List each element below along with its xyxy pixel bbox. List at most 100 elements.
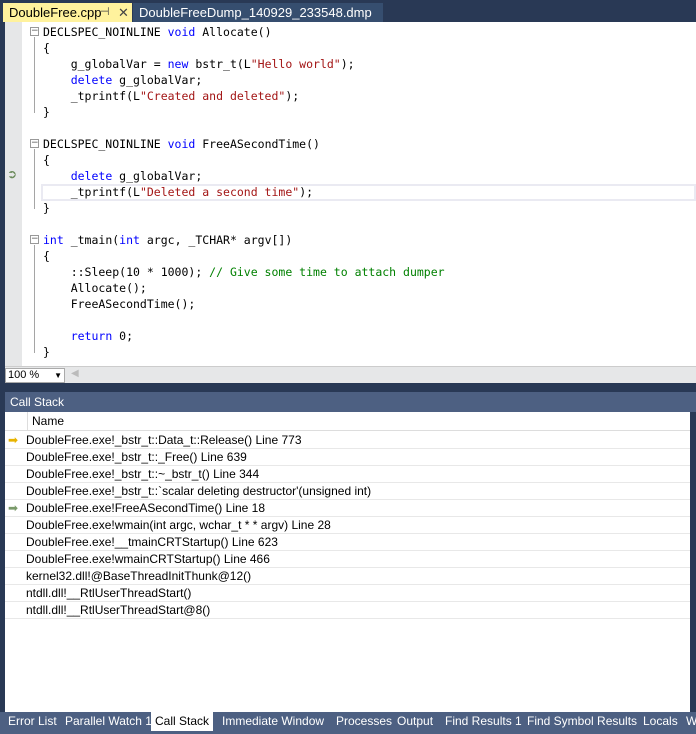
code-token: void	[167, 137, 196, 151]
code-token: Allocate()	[195, 25, 272, 39]
tab-label: DoubleFree.cpp	[9, 5, 102, 20]
code-token: delete	[70, 73, 113, 87]
scroll-left-icon[interactable]: ◀	[71, 368, 79, 379]
code-line: DECLSPEC_NOINLINE void FreeASecondTime()	[43, 136, 320, 152]
code-token: FreeASecondTime()	[195, 137, 320, 151]
frame-name: DoubleFree.exe!wmain(int argc, wchar_t *…	[26, 518, 331, 532]
stack-frame-row[interactable]: kernel32.dll!@BaseThreadInitThunk@12()	[5, 568, 690, 585]
stack-frame-row[interactable]: ➡ DoubleFree.exe!FreeASecondTime() Line 1…	[5, 500, 690, 517]
code-token: "Deleted a second time"	[139, 185, 300, 199]
zoom-value: 100 %	[8, 369, 40, 381]
code-token: ::Sleep(10 * 1000);	[43, 265, 210, 279]
code-token: "Hello world"	[250, 57, 341, 71]
tool-tab-parallel-watch-1[interactable]: Parallel Watch 1	[65, 712, 152, 731]
code-token: }	[43, 105, 50, 119]
pin-icon[interactable]: ⊣	[100, 3, 110, 22]
tool-tab-call-stack[interactable]: Call Stack	[151, 712, 214, 731]
tool-tab-error-list[interactable]: Error List	[8, 712, 57, 731]
column-header[interactable]: Name	[5, 412, 690, 431]
code-line: ::Sleep(10 * 1000); // Give some time to…	[43, 264, 445, 280]
tool-tab-locals[interactable]: Locals	[643, 712, 678, 731]
frame-name: DoubleFree.exe!wmainCRTStartup() Line 46…	[26, 552, 270, 566]
code-line: {	[43, 248, 50, 264]
code-token: int	[119, 233, 140, 247]
tab-dump-file[interactable]: DoubleFreeDump_140929_233548.dmp	[133, 3, 383, 22]
collapse-icon[interactable]: −	[30, 235, 39, 244]
close-icon[interactable]: ✕	[118, 3, 129, 22]
tool-tab-output[interactable]: Output	[397, 712, 433, 731]
code-line: DECLSPEC_NOINLINE void Allocate()	[43, 24, 272, 40]
chevron-down-icon: ▼	[54, 371, 62, 380]
code-token: // Give some time to attach dumper	[209, 265, 445, 279]
code-token: {	[43, 153, 50, 167]
code-line: {	[43, 152, 50, 168]
stack-frame-row[interactable]: DoubleFree.exe!wmain(int argc, wchar_t *…	[5, 517, 690, 534]
name-column-header[interactable]: Name	[27, 412, 64, 431]
code-line: delete g_globalVar;	[43, 168, 203, 184]
stack-frame-row[interactable]: DoubleFree.exe!_bstr_t::`scalar deleting…	[5, 483, 690, 500]
code-line: }	[43, 200, 50, 216]
indicator-margin	[5, 22, 22, 366]
code-token: bstr_t(L	[188, 57, 251, 71]
code-token: );	[299, 185, 314, 199]
tool-tab-immediate-window[interactable]: Immediate Window	[222, 712, 324, 731]
frame-name: DoubleFree.exe!__tmainCRTStartup() Line …	[26, 535, 278, 549]
stack-frame-row[interactable]: DoubleFree.exe!_bstr_t::~_bstr_t() Line …	[5, 466, 690, 483]
tab-label: DoubleFreeDump_140929_233548.dmp	[139, 5, 372, 20]
code-token: FreeASecondTime();	[43, 297, 196, 311]
call-stack-list[interactable]: Name ➡ DoubleFree.exe!_bstr_t::Data_t::Re…	[5, 412, 690, 712]
current-frame-arrow-icon: ➡	[8, 433, 19, 447]
code-token: {	[43, 41, 50, 55]
tool-tab-processes[interactable]: Processes	[336, 712, 392, 731]
code-token: 0;	[112, 329, 134, 343]
stack-frame-row[interactable]: DoubleFree.exe!_bstr_t::_Free() Line 639	[5, 449, 690, 466]
code-line: _tprintf(L"Deleted a second time");	[43, 184, 313, 200]
code-token: "Created and deleted"	[139, 89, 286, 103]
code-token: argc, _TCHAR* argv[])	[139, 233, 293, 247]
zoom-dropdown[interactable]: 100 % ▼	[5, 368, 65, 383]
code-token: );	[340, 57, 355, 71]
collapse-icon[interactable]: −	[30, 139, 39, 148]
outline-line	[34, 149, 35, 209]
outline-line	[34, 37, 35, 113]
return-point-icon: ➲	[7, 167, 18, 181]
frame-name: kernel32.dll!@BaseThreadInitThunk@12()	[26, 569, 252, 583]
code-editor[interactable]: DECLSPEC_NOINLINE void Allocate(){ g_glo…	[5, 22, 696, 366]
code-token: DECLSPEC_NOINLINE	[43, 25, 168, 39]
code-token: Allocate();	[43, 281, 147, 295]
call-stack-title: Call Stack	[5, 392, 696, 412]
stack-frame-row[interactable]: DoubleFree.exe!wmainCRTStartup() Line 46…	[5, 551, 690, 568]
code-token: delete	[70, 169, 113, 183]
document-tabs: DoubleFree.cpp ⊣ ✕ DoubleFreeDump_140929…	[0, 0, 696, 22]
code-token: {	[43, 249, 50, 263]
code-token: }	[43, 345, 50, 359]
code-token: _tprintf(L	[43, 89, 140, 103]
stack-frame-row[interactable]: ➡ DoubleFree.exe!_bstr_t::Data_t::Release…	[5, 432, 690, 449]
stack-frame-row[interactable]: ntdll.dll!__RtlUserThreadStart@8()	[5, 602, 690, 619]
collapse-icon[interactable]: −	[30, 27, 39, 36]
code-line: {	[43, 40, 50, 56]
code-token: _tmain(	[63, 233, 120, 247]
code-line: return 0;	[43, 328, 133, 344]
tool-tab-find-results-1[interactable]: Find Results 1	[445, 712, 522, 731]
stack-frame-row[interactable]: DoubleFree.exe!__tmainCRTStartup() Line …	[5, 534, 690, 551]
tab-doublefree-cpp[interactable]: DoubleFree.cpp ⊣ ✕	[3, 3, 132, 22]
code-token: void	[167, 25, 196, 39]
code-line: int _tmain(int argc, _TCHAR* argv[])	[43, 232, 292, 248]
code-token: g_globalVar;	[112, 169, 203, 183]
stack-frame-row[interactable]: ntdll.dll!__RtlUserThreadStart()	[5, 585, 690, 602]
code-token: DECLSPEC_NOINLINE	[43, 137, 168, 151]
editor-status-bar: 100 % ▼ ◀	[5, 366, 696, 383]
tool-tab-find-symbol-results[interactable]: Find Symbol Results	[527, 712, 637, 731]
frame-name: DoubleFree.exe!_bstr_t::Data_t::Release(…	[26, 433, 302, 447]
frame-name: ntdll.dll!__RtlUserThreadStart@8()	[26, 603, 211, 617]
frame-name: DoubleFree.exe!_bstr_t::~_bstr_t() Line …	[26, 467, 260, 481]
code-token: );	[285, 89, 300, 103]
tool-tab-w[interactable]: W	[686, 712, 696, 731]
code-line: g_globalVar = new bstr_t(L"Hello world")…	[43, 56, 355, 72]
code-token: _tprintf(L	[43, 185, 140, 199]
code-line: FreeASecondTime();	[43, 296, 196, 312]
